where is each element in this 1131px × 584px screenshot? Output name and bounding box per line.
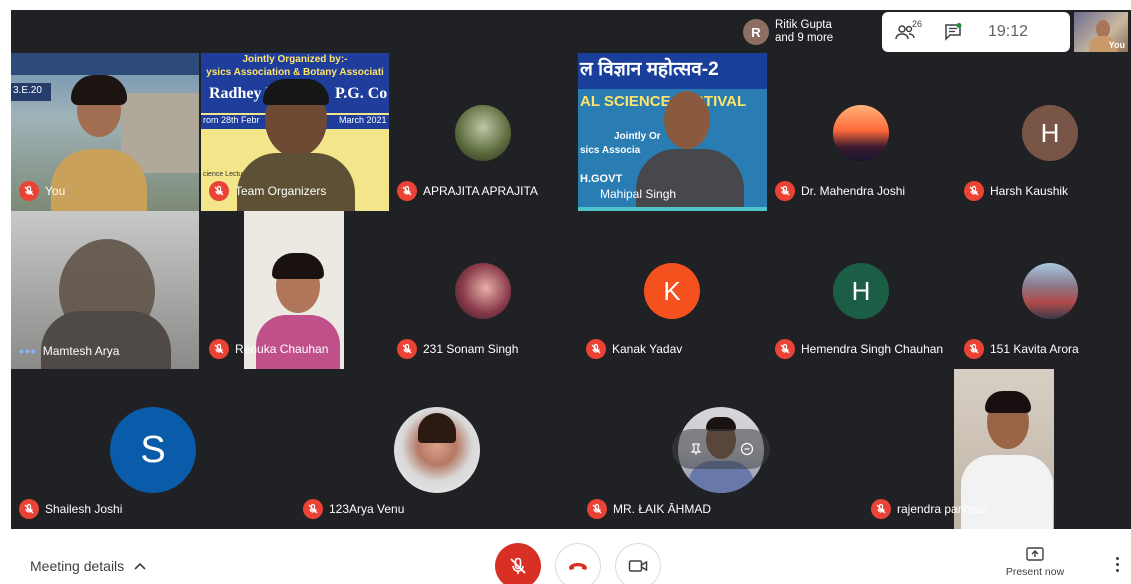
join-notification[interactable]: R Ritik Gupta and 9 more bbox=[743, 14, 883, 50]
self-view-thumbnail[interactable]: You bbox=[1074, 12, 1128, 52]
participant-name: rajendra parihaar bbox=[871, 499, 988, 519]
participant-name: 151 Kavita Arora bbox=[964, 339, 1079, 359]
mic-off-icon bbox=[19, 181, 39, 201]
notification-line1: Ritik Gupta bbox=[775, 19, 832, 31]
mic-off-icon bbox=[964, 181, 984, 201]
video-grid: 3.E.20 You Jointly Organized by:- ysics … bbox=[11, 10, 1131, 529]
mic-off-icon bbox=[775, 339, 795, 359]
banner-line: P.G. Co bbox=[335, 85, 388, 102]
profile-photo bbox=[833, 105, 889, 161]
participant-tile-aprajita[interactable]: APRAJITA APRAJITA bbox=[389, 53, 577, 211]
participant-tile-laik-ahmad[interactable]: MR. ŁAIK ĀHMAD bbox=[579, 369, 863, 529]
chat-button[interactable] bbox=[942, 21, 964, 43]
present-now-label: Present now bbox=[1005, 566, 1065, 578]
clock: 19:12 bbox=[988, 23, 1029, 40]
present-icon bbox=[1026, 547, 1044, 561]
participant-tile-kanak-yadav[interactable]: K Kanak Yadav bbox=[578, 211, 767, 369]
participant-tile-you[interactable]: 3.E.20 You bbox=[11, 53, 199, 211]
participant-name: You bbox=[19, 181, 65, 201]
participant-tile-team-organizers[interactable]: Jointly Organized by:- ysics Association… bbox=[201, 53, 389, 211]
participant-tile-arya-venu[interactable]: 123Arya Venu bbox=[295, 369, 579, 529]
participant-name: Harsh Kaushik bbox=[964, 181, 1068, 201]
mic-off-icon bbox=[871, 499, 891, 519]
participants-count: 26 bbox=[912, 19, 923, 29]
banner-line: rom 28th Febr bbox=[203, 115, 260, 125]
banner-line: AL SCIENCE FESTIVAL bbox=[580, 93, 747, 110]
more-options-icon[interactable] bbox=[1116, 557, 1120, 572]
present-now-button[interactable]: Present now bbox=[995, 547, 1075, 578]
camera-icon bbox=[628, 560, 648, 572]
participant-name: Hemendra Singh Chauhan bbox=[775, 339, 943, 359]
participant-tile-mahendra-joshi[interactable]: Dr. Mahendra Joshi bbox=[767, 53, 956, 211]
participant-tile-kavita-arora[interactable]: 151 Kavita Arora bbox=[956, 211, 1131, 369]
mic-off-icon bbox=[964, 339, 984, 359]
profile-photo bbox=[394, 407, 480, 493]
mic-off-icon bbox=[209, 181, 229, 201]
mic-off-icon bbox=[587, 499, 607, 519]
avatar: R bbox=[743, 19, 769, 45]
mic-off-icon bbox=[303, 499, 323, 519]
banner-line: March 2021 bbox=[339, 115, 387, 125]
participant-name: ••• Mamtesh Arya bbox=[19, 343, 120, 359]
bottom-control-bar: Meeting details Present now bbox=[0, 529, 1131, 584]
participant-name: APRAJITA APRAJITA bbox=[397, 181, 538, 201]
letter-avatar: K bbox=[644, 263, 700, 319]
top-info-bar: 26 19:12 bbox=[882, 12, 1070, 52]
mic-toggle-button[interactable] bbox=[495, 543, 541, 584]
chat-icon bbox=[945, 23, 962, 41]
mic-off-icon bbox=[510, 557, 526, 574]
meeting-details-label: Meeting details bbox=[30, 558, 125, 574]
participant-tile-mamtesh-arya[interactable]: ••• Mamtesh Arya bbox=[11, 211, 199, 369]
participant-name: Dr. Mahendra Joshi bbox=[775, 181, 905, 201]
meeting-details-button[interactable]: Meeting details bbox=[30, 558, 146, 574]
participant-tile-renuka-chauhan[interactable]: Renuka Chauhan bbox=[201, 211, 389, 369]
participants-button[interactable]: 26 bbox=[894, 19, 922, 43]
letter-avatar: S bbox=[110, 407, 196, 493]
mic-off-icon bbox=[397, 181, 417, 201]
participant-name: Renuka Chauhan bbox=[209, 339, 328, 359]
banner-line: sics Associa bbox=[580, 145, 641, 156]
participant-tile-mahipal-singh[interactable]: ल विज्ञान महोत्सव-2 AL SCIENCE FESTIVAL … bbox=[578, 53, 767, 211]
participant-name: Mahipal Singh bbox=[600, 187, 677, 201]
mic-off-icon bbox=[586, 339, 606, 359]
camera-toggle-button[interactable] bbox=[615, 543, 661, 584]
profile-photo bbox=[455, 263, 511, 319]
banner-line: Jointly Organized by:- bbox=[242, 54, 348, 65]
chevron-up-icon bbox=[134, 562, 146, 570]
participant-name: 231 Sonam Singh bbox=[397, 339, 518, 359]
profile-photo bbox=[1022, 263, 1078, 319]
participant-name: Kanak Yadav bbox=[586, 339, 682, 359]
self-label: You bbox=[1108, 40, 1125, 50]
hang-up-icon bbox=[569, 563, 587, 570]
mic-off-icon bbox=[19, 499, 39, 519]
mic-off-icon bbox=[775, 181, 795, 201]
remove-icon[interactable] bbox=[737, 439, 757, 459]
participant-tile-rajendra-parihaar[interactable]: rajendra parihaar bbox=[863, 369, 1131, 529]
banner-line: Jointly Or bbox=[614, 131, 661, 142]
mic-off-icon bbox=[397, 339, 417, 359]
letter-avatar: H bbox=[833, 263, 889, 319]
pin-icon[interactable] bbox=[686, 439, 706, 459]
profile-photo bbox=[455, 105, 511, 161]
participant-tile-sonam-singh[interactable]: 231 Sonam Singh bbox=[389, 211, 577, 369]
leave-call-button[interactable] bbox=[555, 543, 601, 584]
banner-line: ysics Association & Botany Associati bbox=[206, 67, 384, 78]
letter-avatar: H bbox=[1022, 105, 1078, 161]
participant-name: Team Organizers bbox=[209, 181, 326, 201]
banner-line: H.GOVT bbox=[580, 173, 623, 185]
participant-tile-harsh-kaushik[interactable]: H Harsh Kaushik bbox=[956, 53, 1131, 211]
banner-line: ल विज्ञान महोत्सव-2 bbox=[580, 59, 719, 80]
participant-name: Shailesh Joshi bbox=[19, 499, 122, 519]
speaking-indicator-icon: ••• bbox=[19, 343, 37, 359]
participant-tile-shailesh-joshi[interactable]: S Shailesh Joshi bbox=[11, 369, 295, 529]
participant-tile-hemendra-singh-chauhan[interactable]: H Hemendra Singh Chauhan bbox=[767, 211, 956, 369]
mic-off-icon bbox=[209, 339, 229, 359]
participant-name: MR. ŁAIK ĀHMAD bbox=[587, 499, 711, 519]
notification-line2: and 9 more bbox=[775, 32, 834, 44]
participant-name: 123Arya Venu bbox=[303, 499, 404, 519]
